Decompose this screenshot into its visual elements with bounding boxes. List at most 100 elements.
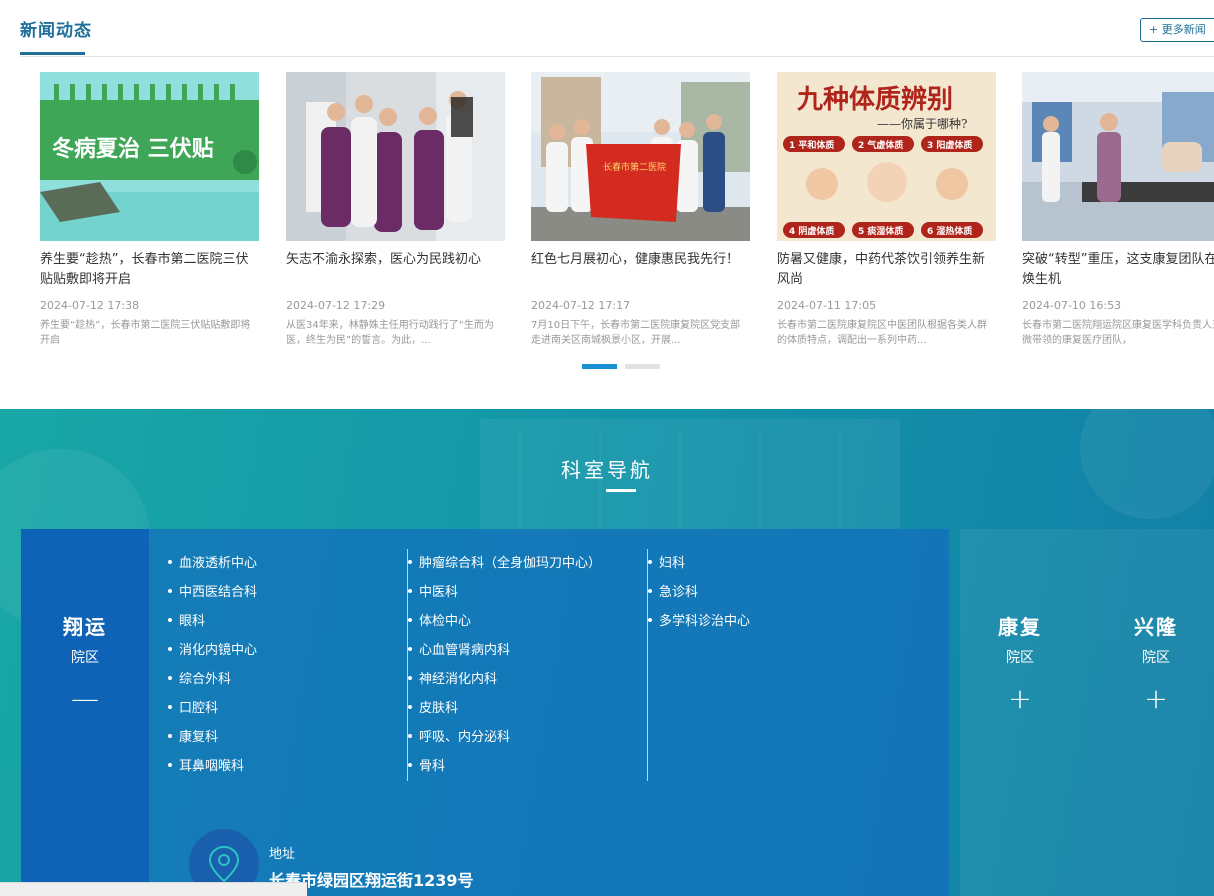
news-section: 新闻动态 + 更多新闻 冬病夏治 三伏贴 养生要“趁热”，长春市第二医院三伏贴贴… xyxy=(0,0,1214,409)
constitution-label: 1 平和体质 xyxy=(789,139,834,151)
news-card-image: 长春市第二医院 xyxy=(531,72,750,241)
news-card-image-text: 冬病夏治 三伏贴 xyxy=(52,136,214,162)
department-link[interactable]: 呼吸、内分泌科 xyxy=(408,723,647,752)
news-card-date: 2024-07-12 17:29 xyxy=(286,299,386,312)
carousel-dot-2[interactable] xyxy=(625,364,660,369)
department-title-underline xyxy=(606,489,636,492)
campus-subtitle: 院区 xyxy=(1006,650,1034,666)
news-carousel: 冬病夏治 三伏贴 养生要“趁热”，长春市第二医院三伏贴贴敷即将开启 2024-0… xyxy=(40,72,1214,362)
department-link[interactable]: 急诊科 xyxy=(648,578,888,607)
department-link[interactable]: 妇科 xyxy=(648,549,888,578)
bullet-icon xyxy=(408,646,412,651)
news-card-image: 冬病夏治 三伏贴 xyxy=(40,72,259,241)
campus-subtitle: 院区 xyxy=(71,650,99,666)
department-link[interactable]: 中医科 xyxy=(408,578,647,607)
bullet-icon xyxy=(408,762,412,767)
bullet-icon xyxy=(168,704,172,709)
news-card-title[interactable]: 突破“转型”重压，这支康复团队在重焕生机 xyxy=(1022,250,1214,290)
bullet-icon xyxy=(408,559,412,564)
news-title-underline xyxy=(20,52,85,55)
department-link[interactable]: 皮肤科 xyxy=(408,694,647,723)
more-news-button[interactable]: + 更多新闻 xyxy=(1140,18,1214,42)
news-card-title[interactable]: 矢志不渝永探索，医心为民践初心 xyxy=(286,250,505,290)
campus-name: 翔运 xyxy=(63,615,107,639)
news-card[interactable]: 九种体质辨别 ——你属于哪种? 1 平和体质 2 气虚体质 3 阳虚体质 4 阴… xyxy=(777,72,996,362)
carousel-dot-1[interactable] xyxy=(582,364,617,369)
news-card-summary: 长春市第二医院康复院区中医团队根据各类人群的体质特点，调配出一系列中药... xyxy=(777,320,987,346)
constitution-label: 5 痰湿体质 xyxy=(858,225,903,237)
news-card-date: 2024-07-11 17:05 xyxy=(777,299,877,312)
department-link[interactable]: 神经消化内科 xyxy=(408,665,647,694)
department-link[interactable]: 肿瘤综合科（全身伽玛刀中心） xyxy=(408,549,647,578)
department-column: 血液透析中心 中西医结合科 眼科 消化内镜中心 综合外科 口腔科 康复科 耳鼻咽… xyxy=(168,549,408,781)
news-card-title[interactable]: 养生要“趁热”，长春市第二医院三伏贴贴敷即将开启 xyxy=(40,250,259,290)
department-link[interactable]: 骨科 xyxy=(408,752,647,781)
bullet-icon xyxy=(168,762,172,767)
news-card-image xyxy=(1022,72,1214,241)
campus-tab-xinglong[interactable]: 兴隆 院区 + xyxy=(1092,529,1214,896)
bullet-icon xyxy=(168,559,172,564)
campus-tab-kangfu[interactable]: 康复 院区 + xyxy=(956,529,1084,896)
bullet-icon xyxy=(168,675,172,680)
news-card-image-subtext: ——你属于哪种? xyxy=(877,117,967,131)
bullet-icon xyxy=(408,588,412,593)
bullet-icon xyxy=(408,733,412,738)
address-label: 地址 xyxy=(269,847,296,862)
news-card-image-text: 九种体质辨别 xyxy=(796,85,953,115)
campus-tab-xiangyun[interactable]: 翔运 院区 — xyxy=(21,529,149,896)
constitution-label: 4 阴虚体质 xyxy=(789,225,834,237)
horizontal-scrollbar[interactable] xyxy=(0,882,307,896)
department-link[interactable]: 多学科诊治中心 xyxy=(648,607,888,636)
constitution-label: 2 气虚体质 xyxy=(858,139,903,151)
bullet-icon xyxy=(168,733,172,738)
department-link[interactable]: 综合外科 xyxy=(168,665,407,694)
news-card-image xyxy=(286,72,505,241)
news-card[interactable]: 突破“转型”重压，这支康复团队在重焕生机 2024-07-10 16:53 长春… xyxy=(1022,72,1214,362)
bullet-icon xyxy=(408,675,412,680)
news-card-date: 2024-07-10 16:53 xyxy=(1022,299,1122,312)
news-card-summary: 从医34年来，林静姝主任用行动践行了“生而为医，终生为民”的誓言。为此，... xyxy=(286,320,494,346)
department-link[interactable]: 心血管肾病内科 xyxy=(408,636,647,665)
news-section-title: 新闻动态 xyxy=(20,21,92,41)
campus-subtitle: 院区 xyxy=(1142,650,1170,666)
svg-text:长春市第二医院: 长春市第二医院 xyxy=(603,161,666,173)
constitution-label: 3 阳虚体质 xyxy=(927,139,972,151)
news-card-title[interactable]: 防暑又健康，中药代茶饮引领养生新风尚 xyxy=(777,250,996,290)
department-link[interactable]: 耳鼻咽喉科 xyxy=(168,752,407,781)
campus-panel: 翔运 院区 — 血液透析中心 中西医结合科 眼科 消化内镜中心 综合外科 口腔科… xyxy=(21,529,949,896)
department-column: 肿瘤综合科（全身伽玛刀中心） 中医科 体检中心 心血管肾病内科 神经消化内科 皮… xyxy=(408,549,648,781)
collapse-icon[interactable]: — xyxy=(21,679,149,719)
expand-icon[interactable]: + xyxy=(956,679,1084,719)
department-navigation-section: 科室导航 翔运 院区 — 血液透析中心 中西医结合科 眼科 消化内镜中心 综合外… xyxy=(0,409,1214,896)
department-link[interactable]: 中西医结合科 xyxy=(168,578,407,607)
news-card-summary: 7月10日下午，长春市第二医院康复院区党支部走进南关区南城枫景小区，开展... xyxy=(531,320,741,346)
department-link[interactable]: 血液透析中心 xyxy=(168,549,407,578)
department-link[interactable]: 康复科 xyxy=(168,723,407,752)
bullet-icon xyxy=(648,617,652,622)
expand-icon[interactable]: + xyxy=(1092,679,1214,719)
department-link[interactable]: 口腔科 xyxy=(168,694,407,723)
news-card-summary: 长春市第二医院翔运院区康复医学科负责人王微微带领的康复医疗团队， xyxy=(1022,320,1214,346)
bullet-icon xyxy=(408,704,412,709)
constitution-label: 6 湿热体质 xyxy=(927,225,972,237)
department-link[interactable]: 体检中心 xyxy=(408,607,647,636)
news-header: 新闻动态 + 更多新闻 xyxy=(20,0,1214,57)
campus-name: 康复 xyxy=(998,615,1042,639)
news-card-date: 2024-07-12 17:17 xyxy=(531,299,631,312)
department-link[interactable]: 眼科 xyxy=(168,607,407,636)
news-card[interactable]: 矢志不渝永探索，医心为民践初心 2024-07-12 17:29 从医34年来，… xyxy=(286,72,505,362)
bullet-icon xyxy=(408,617,412,622)
news-card-image: 九种体质辨别 ——你属于哪种? 1 平和体质 2 气虚体质 3 阳虚体质 4 阴… xyxy=(777,72,996,241)
bullet-icon xyxy=(168,646,172,651)
news-card-title[interactable]: 红色七月展初心，健康惠民我先行！ xyxy=(531,250,750,290)
news-card[interactable]: 长春市第二医院 红色七月展初心，健康惠民我先行！ 2024-07-12 17:1… xyxy=(531,72,750,362)
bullet-icon xyxy=(648,559,652,564)
news-card-summary: 养生要“趁热”，长春市第二医院三伏贴贴敷即将开启 xyxy=(40,320,251,346)
department-link[interactable]: 消化内镜中心 xyxy=(168,636,407,665)
department-column: 妇科 急诊科 多学科诊治中心 xyxy=(648,549,888,636)
news-card-date: 2024-07-12 17:38 xyxy=(40,299,140,312)
campus-name: 兴隆 xyxy=(1134,615,1178,639)
news-card[interactable]: 冬病夏治 三伏贴 养生要“趁热”，长春市第二医院三伏贴贴敷即将开启 2024-0… xyxy=(40,72,259,362)
bullet-icon xyxy=(168,588,172,593)
department-section-title: 科室导航 xyxy=(561,458,653,482)
